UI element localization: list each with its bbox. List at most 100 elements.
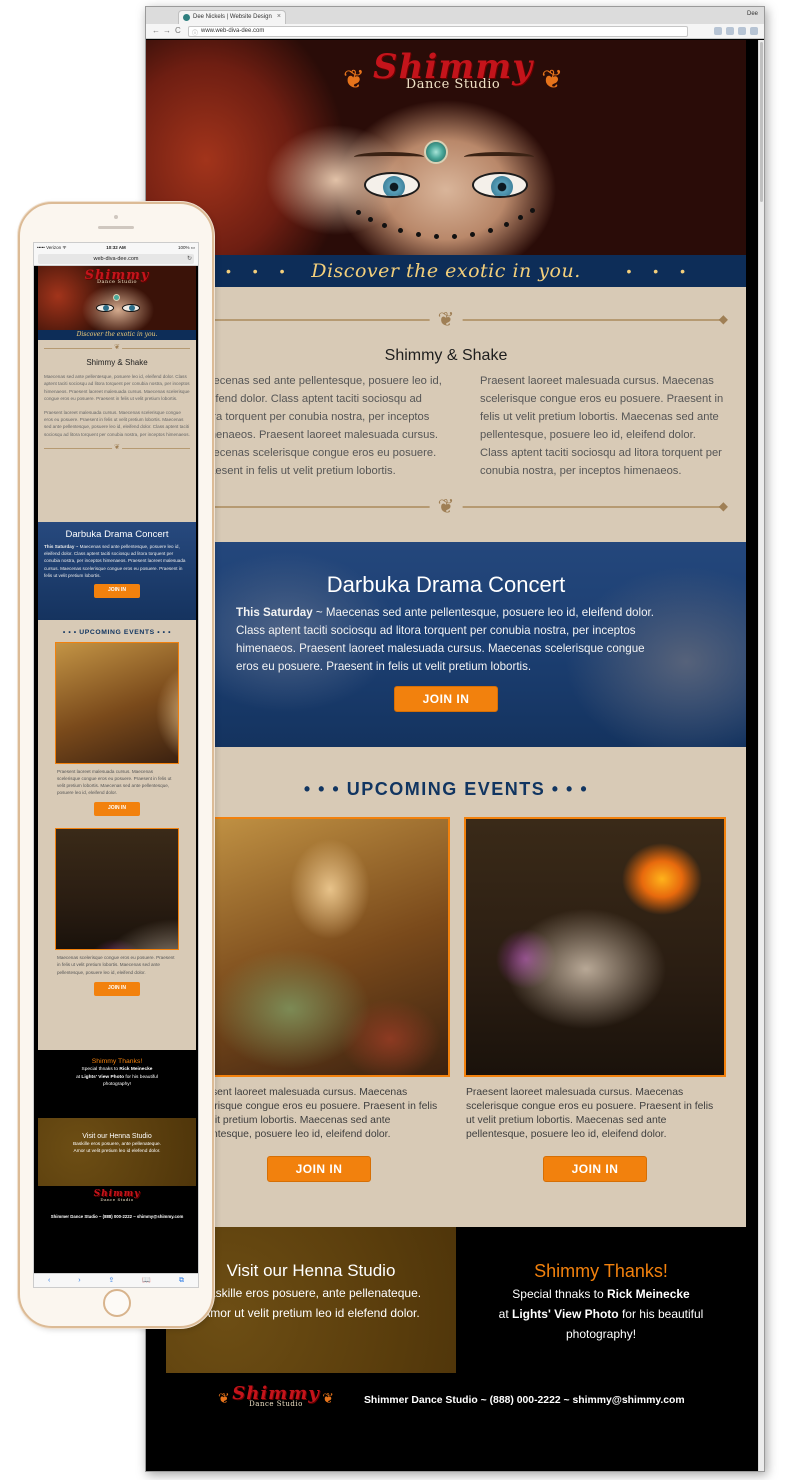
mobile-safari-toolbar: ‹ › ⇪ 📖 ⧉ [34, 1273, 198, 1287]
tagline-band: • • • Discover the exotic in you. • • • [146, 255, 746, 287]
face-dot [368, 217, 373, 222]
newsletter-email: ❦ Shimmy Dance Studio ❦ • • • Discover t… [146, 40, 746, 1431]
event-photo-fire-eater[interactable] [55, 828, 179, 951]
concert-lead: This Saturday [44, 544, 75, 549]
tab-title: Dee Nickels | Website Design [193, 14, 272, 20]
thanks-line: Special thnaks to Rick Meinecke [38, 1066, 196, 1074]
mobile-phone-mockup: ••••• Verizon ᯤ 10:32 AM 100% ▭ web-diva… [18, 202, 214, 1328]
browser-user-name[interactable]: Dee [747, 11, 758, 17]
phone-camera [114, 215, 118, 219]
mobile-address-bar[interactable]: web-diva-dee.com ↻ [34, 252, 198, 266]
extension-icons [714, 27, 758, 35]
footer-bar: ❦ Shimmy Dance Studio ❦ Shimmer Dance St… [146, 1373, 746, 1431]
mobile-shimmy-logo[interactable]: Shimmy Dance Studio [82, 269, 152, 325]
thanks-line: at Lights' View Photo for his beautiful [38, 1074, 196, 1082]
tabs-icon[interactable]: ⧉ [179, 1276, 184, 1286]
mobile-event-card: Praesent laoreet malesuada cursus. Maece… [55, 642, 179, 817]
footer-logo[interactable]: ❦ Shimmy Dance Studio ❦ [218, 1385, 334, 1441]
mobile-concert-description: This Saturday ~ Maecenas sed ante pellen… [44, 543, 190, 579]
studio-name: Lights' View Photo [511, 1307, 619, 1322]
mobile-event-card: Maecenas scelerisque congue eros eu posu… [55, 828, 179, 996]
logo-ornament-icon: ❦ [322, 1390, 334, 1407]
page-info-icon[interactable]: ⓘ [192, 28, 198, 37]
extension-icon[interactable] [738, 27, 746, 35]
extension-icon[interactable] [714, 27, 722, 35]
mobile-concert-join-button[interactable]: JOIN IN [94, 584, 140, 599]
event-photo-fire-eater[interactable] [464, 817, 726, 1078]
phone-speaker [98, 226, 134, 229]
footer-contact: Shimmer Dance Studio ~ (888) 000-2222 ~ … [364, 1395, 685, 1407]
browser-tab[interactable]: Dee Nickels | Website Design × [178, 10, 286, 24]
phone-home-button[interactable] [103, 1289, 131, 1317]
thanks-text: Special thnaks to [81, 1067, 120, 1072]
face-dot [518, 215, 523, 220]
face-dot [356, 210, 361, 215]
hero-banner: ❦ Shimmy Dance Studio ❦ [146, 40, 746, 255]
address-bar[interactable]: ⓘ www.web-diva-dee.com [188, 26, 688, 37]
close-tab-icon[interactable]: × [277, 13, 281, 20]
mobile-footer: Shimmy Dance Studio Shimmer Dance Studio… [38, 1186, 196, 1226]
event-card: Praesent laoreet malesuada cursus. Maece… [464, 817, 726, 1182]
back-arrow-icon[interactable]: ← [152, 26, 160, 36]
thanks-line: Special thnaks to Rick Meinecke [456, 1284, 746, 1304]
scroll-thumb[interactable] [760, 42, 763, 202]
mobile-footer-contact: Shimmer Dance Studio ~ (888) 000-2222 ~ … [50, 1214, 184, 1219]
extension-icon[interactable] [726, 27, 734, 35]
event-description: Praesent laoreet malesuada cursus. Maece… [466, 1087, 714, 1140]
mobile-event-description: Praesent laoreet malesuada cursus. Maece… [57, 769, 172, 796]
tagline-dots: • • • [626, 263, 694, 279]
scrollbar[interactable] [758, 40, 764, 1471]
battery-indicator: 100% ▭ [177, 245, 195, 250]
intro-columns: Maecenas sed ante pellentesque, posuere … [146, 373, 746, 480]
reload-icon[interactable]: ↻ [187, 254, 192, 264]
share-icon[interactable]: ⇪ [109, 1276, 115, 1286]
thanks-line: photography! [102, 1082, 131, 1088]
events-title: • • • UPCOMING EVENTS • • • [303, 779, 589, 800]
mobile-henna-block[interactable]: Visit our Henna Studio Baskille eros pos… [38, 1118, 196, 1186]
henna-line: Baskille eros posuere, ante pellenateque… [72, 1142, 161, 1147]
favicon-icon [183, 14, 190, 21]
photographer-name: Rick Meinecke [119, 1067, 153, 1072]
concert-join-button[interactable]: JOIN IN [394, 686, 498, 713]
event-photo-dancers[interactable] [55, 642, 179, 764]
browser-toolbar: ← → C ⓘ www.web-diva-dee.com [146, 24, 764, 39]
concert-section: Darbuka Drama Concert This Saturday ~ Ma… [146, 542, 746, 748]
bookmarks-icon[interactable]: 📖 [142, 1276, 151, 1286]
ornamental-divider: ❦ ◆ [166, 307, 728, 333]
mobile-intro-heading: Shimmy & Shake [86, 358, 148, 367]
menu-icon[interactable] [750, 27, 758, 35]
hero-eye [364, 172, 420, 198]
mobile-url[interactable]: web-diva-dee.com ↻ [38, 254, 194, 264]
forward-icon[interactable]: › [78, 1276, 80, 1286]
face-dot [416, 232, 421, 237]
mobile-event-join-button[interactable]: JOIN IN [94, 802, 140, 817]
logo-ornament-icon: ❦ [218, 1390, 230, 1407]
mobile-concert-section: Darbuka Drama Concert This Saturday ~ Ma… [38, 522, 196, 620]
face-dot [530, 208, 535, 213]
event-join-button[interactable]: JOIN IN [267, 1155, 371, 1182]
event-description: Praesent laoreet malesuada cursus. Maece… [190, 1087, 438, 1140]
thanks-text: at [498, 1307, 512, 1322]
tagline: Discover the exotic in you. [311, 260, 581, 282]
hero-eye [472, 172, 528, 198]
shimmy-logo[interactable]: ❦ Shimmy Dance Studio ❦ [343, 50, 563, 106]
mobile-event-join-button[interactable]: JOIN IN [94, 981, 140, 996]
intro-column-left: Maecenas sed ante pellentesque, posuere … [198, 375, 442, 477]
page-viewport: ❦ Shimmy Dance Studio ❦ • • • Discover t… [146, 40, 764, 1471]
photographer-name: Rick Meinecke [607, 1287, 690, 1302]
face-dot [382, 223, 387, 228]
tagline-dots: • • • [226, 263, 294, 279]
face-dot [398, 228, 403, 233]
reload-icon[interactable]: C [175, 26, 181, 36]
event-photo-dancers[interactable] [188, 817, 450, 1078]
face-dot [504, 222, 509, 227]
event-join-button[interactable]: JOIN IN [543, 1155, 647, 1182]
thanks-line: photography! [565, 1327, 637, 1342]
ornamental-divider: ❦ ◆ [166, 494, 728, 521]
thanks-line: at Lights' View Photo for his beautiful [456, 1304, 746, 1324]
address-url: www.web-diva-dee.com [201, 28, 265, 34]
lotus-ornament-icon: ❦ [429, 307, 463, 333]
mobile-thanks-block: Shimmy Thanks! Special thnaks to Rick Me… [38, 1050, 196, 1118]
forward-arrow-icon[interactable]: → [163, 26, 171, 36]
back-icon[interactable]: ‹ [48, 1276, 50, 1286]
